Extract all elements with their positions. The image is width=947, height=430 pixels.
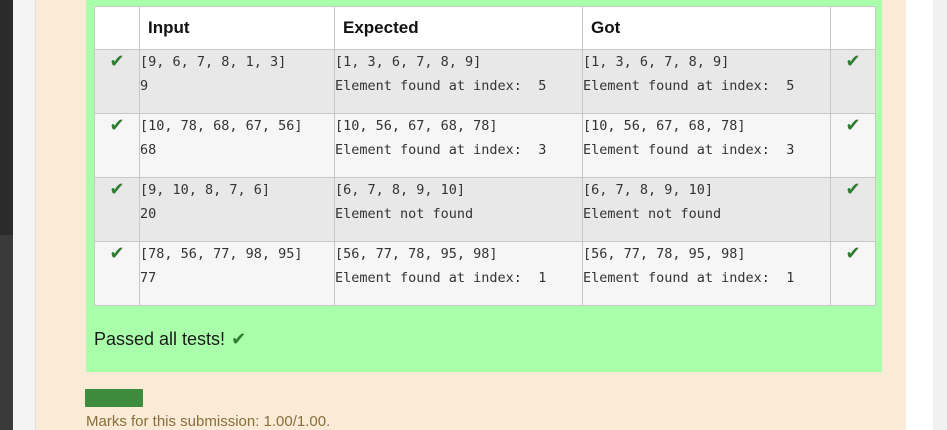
- got-array: [56, 77, 78, 95, 98]: [583, 246, 746, 262]
- input-array: [9, 6, 7, 8, 1, 3]: [140, 54, 287, 70]
- input-cell: [10, 78, 68, 67, 56] 68: [139, 113, 335, 178]
- got-message: Element found at index: 5: [583, 78, 795, 94]
- left-gutter: [13, 0, 35, 430]
- got-array: [1, 3, 6, 7, 8, 9]: [583, 54, 730, 70]
- header-input: Input: [139, 6, 335, 50]
- input-cell: [78, 56, 77, 98, 95] 77: [139, 241, 335, 306]
- header-got: Got: [582, 6, 831, 50]
- passed-text: Passed all tests!: [94, 329, 226, 349]
- expected-array: [56, 77, 78, 95, 98]: [335, 246, 498, 262]
- test-results-table: Input Expected Got ✔ [9, 6, 7, 8, 1, 3] 9…: [94, 6, 876, 306]
- expected-array: [10, 56, 67, 68, 78]: [335, 118, 498, 134]
- check-icon: ✔: [94, 177, 140, 242]
- expected-cell: [6, 7, 8, 9, 10] Element not found: [334, 177, 583, 242]
- input-cell: [9, 10, 8, 7, 6] 20: [139, 177, 335, 242]
- expected-message: Element not found: [335, 206, 474, 222]
- passed-all-tests-message: Passed all tests! ✔: [94, 329, 246, 350]
- check-icon: ✔: [830, 49, 876, 114]
- header-status: [94, 6, 140, 50]
- expected-array: [1, 3, 6, 7, 8, 9]: [335, 54, 482, 70]
- left-scrollbar[interactable]: [0, 235, 13, 430]
- expected-cell: [1, 3, 6, 7, 8, 9] Element found at index…: [334, 49, 583, 114]
- correct-badge: Correct: [85, 389, 143, 407]
- got-cell: [56, 77, 78, 95, 98] Element found at ind…: [582, 241, 831, 306]
- got-cell: [1, 3, 6, 7, 8, 9] Element found at index…: [582, 49, 831, 114]
- table-header-row: Input Expected Got: [94, 6, 876, 50]
- got-message: Element found at index: 1: [583, 270, 795, 286]
- check-icon: ✔: [231, 329, 247, 349]
- table-row: ✔ [9, 10, 8, 7, 6] 20 [6, 7, 8, 9, 10] Ele…: [94, 177, 876, 242]
- expected-array: [6, 7, 8, 9, 10]: [335, 182, 466, 198]
- check-icon: ✔: [830, 113, 876, 178]
- got-message: Element not found: [583, 206, 722, 222]
- check-icon: ✔: [830, 177, 876, 242]
- table-row: ✔ [9, 6, 7, 8, 1, 3] 9 [1, 3, 6, 7, 8, 9]…: [94, 49, 876, 114]
- check-icon: ✔: [94, 113, 140, 178]
- marks-text: Marks for this submission: 1.00/1.00.: [86, 413, 331, 430]
- got-cell: [10, 56, 67, 68, 78] Element found at ind…: [582, 113, 831, 178]
- expected-cell: [10, 56, 67, 68, 78] Element found at ind…: [334, 113, 583, 178]
- input-array: [78, 56, 77, 98, 95]: [140, 246, 303, 262]
- input-key: 68: [140, 142, 157, 158]
- input-key: 9: [140, 78, 149, 94]
- input-key: 20: [140, 206, 157, 222]
- expected-message: Element found at index: 5: [335, 78, 547, 94]
- got-message: Element found at index: 3: [583, 142, 795, 158]
- table-row: ✔ [10, 78, 68, 67, 56] 68 [10, 56, 67, 68…: [94, 113, 876, 178]
- input-array: [9, 10, 8, 7, 6]: [140, 182, 271, 198]
- expected-message: Element found at index: 3: [335, 142, 547, 158]
- input-key: 77: [140, 270, 157, 286]
- input-cell: [9, 6, 7, 8, 1, 3] 9: [139, 49, 335, 114]
- expected-message: Element found at index: 1: [335, 270, 547, 286]
- got-array: [10, 56, 67, 68, 78]: [583, 118, 746, 134]
- header-expected: Expected: [334, 6, 583, 50]
- input-array: [10, 78, 68, 67, 56]: [140, 118, 303, 134]
- table-row: ✔ [78, 56, 77, 98, 95] 77 [56, 77, 78, 95…: [94, 241, 876, 306]
- got-array: [6, 7, 8, 9, 10]: [583, 182, 714, 198]
- check-icon: ✔: [94, 49, 140, 114]
- expected-cell: [56, 77, 78, 95, 98] Element found at ind…: [334, 241, 583, 306]
- got-cell: [6, 7, 8, 9, 10] Element not found: [582, 177, 831, 242]
- scrollbar-thumb[interactable]: [936, 0, 944, 430]
- check-icon: ✔: [94, 241, 140, 306]
- header-result: [830, 6, 876, 50]
- right-scrollbar[interactable]: [933, 0, 947, 430]
- card-border: [35, 0, 36, 430]
- check-icon: ✔: [830, 241, 876, 306]
